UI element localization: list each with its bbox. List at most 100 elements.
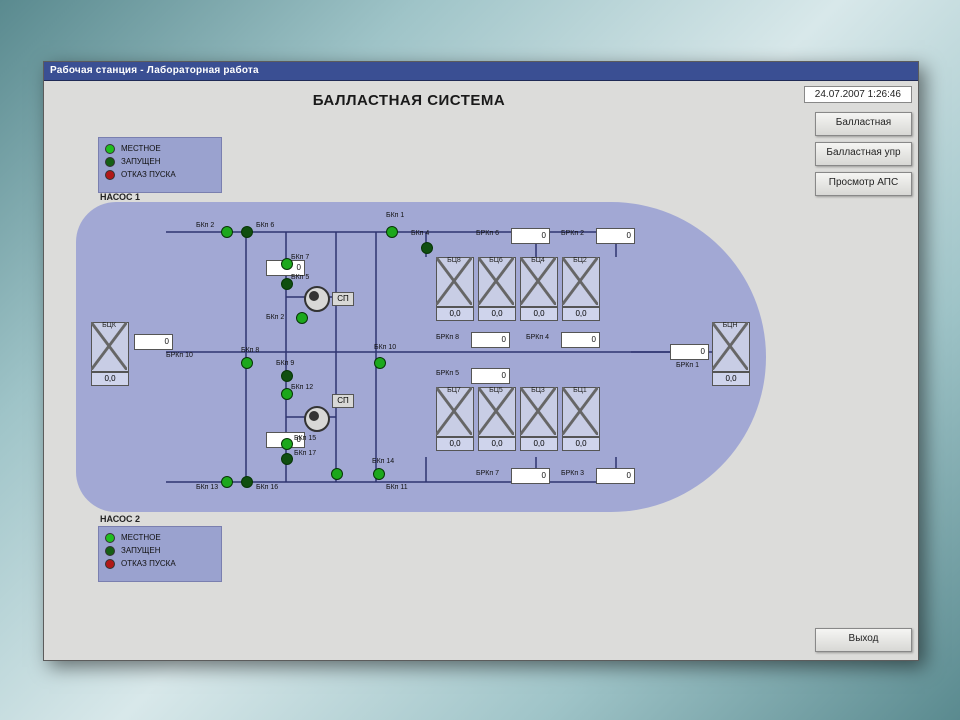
legend-label-running: ЗАПУЩЕН [121, 546, 161, 555]
field-right[interactable]: 0 [670, 344, 709, 360]
label-brkn7: БРКп 7 [476, 470, 499, 477]
exit-button[interactable]: Выход [815, 628, 912, 652]
tank-label: БЦК [91, 322, 127, 329]
tank-label: БЦ4 [520, 257, 556, 264]
valve-icon[interactable] [386, 226, 398, 238]
legend-label-fail: ОТКАЗ ПУСКА [121, 559, 176, 568]
sp-label-2: СП [332, 394, 354, 408]
label-bkn9: БКп 9 [276, 360, 294, 367]
tank-label: БЦ3 [520, 387, 556, 394]
legend-label-local: МЕСТНОЕ [121, 144, 161, 153]
tank-value: 0,0 [436, 437, 474, 451]
status-dot-local [105, 533, 115, 543]
valve-icon[interactable] [281, 278, 293, 290]
valve-icon[interactable] [281, 388, 293, 400]
label-bkn12: БКп 12 [291, 384, 313, 391]
valve-icon[interactable] [281, 453, 293, 465]
label-bkn4: БКп 4 [411, 230, 429, 237]
legend-label-local: МЕСТНОЕ [121, 533, 161, 542]
label-bkn6: БКп 6 [256, 222, 274, 229]
tank-label: БЦ7 [436, 387, 472, 394]
title-bar: Рабочая станция - Лабораторная работа [44, 62, 918, 81]
nav-ballast-button[interactable]: Балластная [815, 112, 912, 136]
label-bkn15: БКп 15 [294, 435, 316, 442]
label-bkn10: БКп 10 [374, 344, 396, 351]
field-brkn6[interactable]: 0 [511, 228, 550, 244]
tank-bc8: БЦ8 0,0 [436, 257, 472, 319]
valve-icon[interactable] [221, 226, 233, 238]
label-brkn4: БРКп 4 [526, 334, 549, 341]
status-dot-fail [105, 170, 115, 180]
legend-label-running: ЗАПУЩЕН [121, 157, 161, 166]
pump-1-icon[interactable] [304, 286, 330, 312]
label-brkn3: БРКп 3 [561, 470, 584, 477]
tank-value: 0,0 [562, 437, 600, 451]
field-brkn5[interactable]: 0 [471, 368, 510, 384]
label-brkn6: БРКп 6 [476, 230, 499, 237]
tank-value: 0,0 [562, 307, 600, 321]
field-brkn7[interactable]: 0 [511, 468, 550, 484]
nav-view-aps-button[interactable]: Просмотр АПС [815, 172, 912, 196]
valve-icon[interactable] [241, 226, 253, 238]
valve-icon[interactable] [331, 468, 343, 480]
valve-icon[interactable] [281, 258, 293, 270]
tank-value: 0,0 [520, 437, 558, 451]
tank-value: 0,0 [478, 307, 516, 321]
label-brkn8: БРКп 8 [436, 334, 459, 341]
legend-pump-2: МЕСТНОЕ ЗАПУЩЕН ОТКАЗ ПУСКА [98, 526, 222, 582]
valve-icon[interactable] [421, 242, 433, 254]
nav-ballast-ctl-button[interactable]: Балластная упр [815, 142, 912, 166]
app-window: Рабочая станция - Лабораторная работа 24… [43, 61, 919, 661]
tank-label: БЦ1 [562, 387, 598, 394]
status-dot-local [105, 144, 115, 154]
tank-bc2: БЦ2 0,0 [562, 257, 598, 319]
label-bkn16: БКп 16 [256, 484, 278, 491]
tank-bc6: БЦ6 0,0 [478, 257, 514, 319]
label-brkn2: БРКп 2 [561, 230, 584, 237]
label-bkn1: БКп 1 [386, 212, 404, 219]
valve-icon[interactable] [221, 476, 233, 488]
tank-bc4: БЦ4 0,0 [520, 257, 556, 319]
valve-icon[interactable] [281, 370, 293, 382]
page-title: БАЛЛАСТНАЯ СИСТЕМА [44, 92, 774, 109]
status-dot-running [105, 546, 115, 556]
label-bkn2b: БКп 2 [266, 314, 284, 321]
field-left[interactable]: 0 [134, 334, 173, 350]
valve-icon[interactable] [296, 312, 308, 324]
field-brkn2[interactable]: 0 [596, 228, 635, 244]
sp-label-1: СП [332, 292, 354, 306]
label-brkn5: БРКп 5 [436, 370, 459, 377]
tank-value: 0,0 [478, 437, 516, 451]
tank-label: БЦ2 [562, 257, 598, 264]
field-brkn3[interactable]: 0 [596, 468, 635, 484]
tank-bc3: БЦ3 0,0 [520, 387, 556, 449]
tank-label: БЦ6 [478, 257, 514, 264]
field-brkn4[interactable]: 0 [561, 332, 600, 348]
pump-2-icon[interactable] [304, 406, 330, 432]
label-bkn17: БКп 17 [294, 450, 316, 457]
legend-label-fail: ОТКАЗ ПУСКА [121, 170, 176, 179]
valve-icon[interactable] [281, 438, 293, 450]
tank-value: 0,0 [520, 307, 558, 321]
label-bkn7: БКп 7 [291, 254, 309, 261]
status-dot-fail [105, 559, 115, 569]
label-bkn2: БКп 2 [196, 222, 214, 229]
label-bkn5: БКп 5 [291, 274, 309, 281]
label-bkn8: БКп 8 [241, 347, 259, 354]
label-bkn11: БКп 11 [386, 484, 408, 491]
tank-bck: БЦК 0,0 [91, 322, 127, 384]
tank-label: БЦ5 [478, 387, 514, 394]
tank-value: 0,0 [91, 372, 129, 386]
valve-icon[interactable] [241, 476, 253, 488]
field-brkn8[interactable]: 0 [471, 332, 510, 348]
tank-label: БЦН [712, 322, 748, 329]
legend-pump-1: МЕСТНОЕ ЗАПУЩЕН ОТКАЗ ПУСКА [98, 137, 222, 193]
status-dot-running [105, 157, 115, 167]
valve-icon[interactable] [241, 357, 253, 369]
valve-icon[interactable] [373, 468, 385, 480]
label-bkn13: БКп 13 [196, 484, 218, 491]
tank-bcn: БЦН 0,0 [712, 322, 748, 384]
valve-icon[interactable] [374, 357, 386, 369]
tank-bc5: БЦ5 0,0 [478, 387, 514, 449]
tank-bc1: БЦ1 0,0 [562, 387, 598, 449]
